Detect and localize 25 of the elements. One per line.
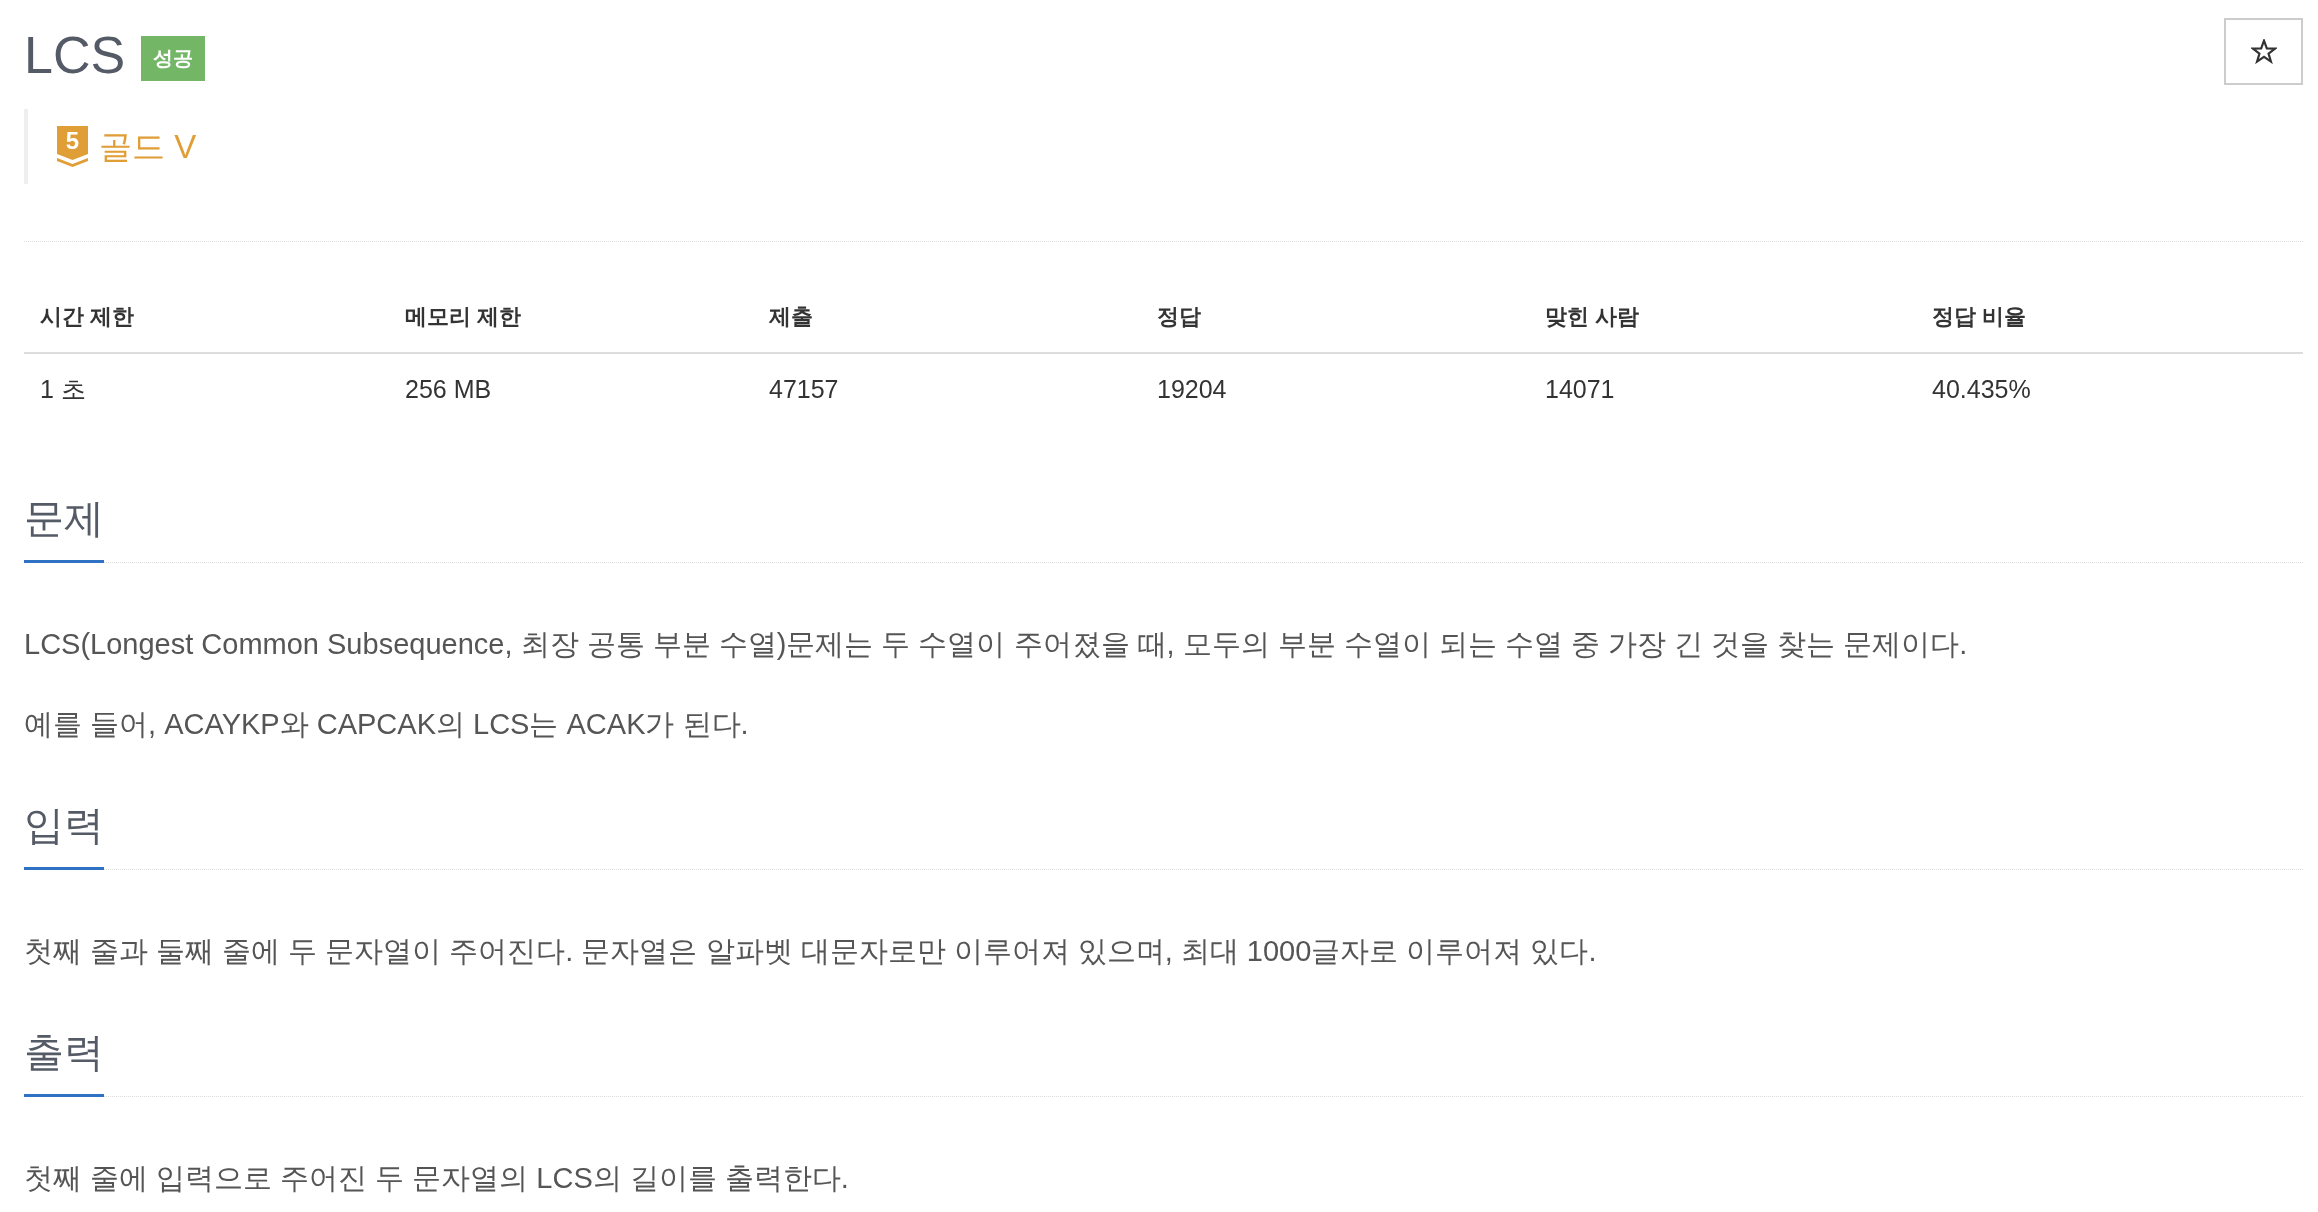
section-heading: 출력 <box>24 1028 104 1097</box>
column-header: 정답 <box>1156 303 1202 331</box>
table-cell-text: 1 초 <box>39 374 87 405</box>
column-header: 정답 비율 <box>1931 303 2028 331</box>
section-heading: 문제 <box>24 494 104 563</box>
column-header: 시간 제한 <box>39 303 136 331</box>
table-cell-text: 19204 <box>1156 374 1228 405</box>
section-paragraph: 예를 들어, ACAYKP와 CAPCAK의 LCS는 ACAK가 된다. <box>24 707 750 742</box>
table-cell-text: 256 MB <box>404 374 493 405</box>
star-icon <box>2250 39 2277 64</box>
tier-label: 골드 V <box>99 126 197 167</box>
column-header: 맞힌 사람 <box>1544 303 1641 331</box>
tier-shield: 5 <box>57 126 88 167</box>
section-paragraph: LCS(Longest Common Subsequence, 최장 공통 부분 수열)문제는 두 수열이 주어졌을 때, 모두의 부분 수열이 되는 수열 중 가장 긴 것을 찾는 문제이다. <box>24 627 1969 662</box>
section-paragraph: 첫째 줄에 입력으로 주어진 두 문자열의 LCS의 길이를 출력한다. <box>24 1161 850 1196</box>
section-paragraph: 첫째 줄과 둘째 줄에 두 문자열이 주어진다. 문자열은 알파벳 대문자로만 이루어져 있으며, 최대 1000글자로 이루어져 있다. <box>24 934 1598 969</box>
star-button[interactable] <box>2224 18 2303 85</box>
result-label: 성공 <box>141 35 206 81</box>
problem-title: LCS <box>24 25 126 86</box>
column-header: 메모리 제한 <box>404 303 523 331</box>
table-cell-text: 14071 <box>1544 374 1616 405</box>
table-cell-text: 40.435% <box>1931 374 2032 405</box>
section-heading: 입력 <box>24 801 104 870</box>
table-cell-text: 47157 <box>768 374 840 405</box>
column-header: 제출 <box>768 303 814 331</box>
